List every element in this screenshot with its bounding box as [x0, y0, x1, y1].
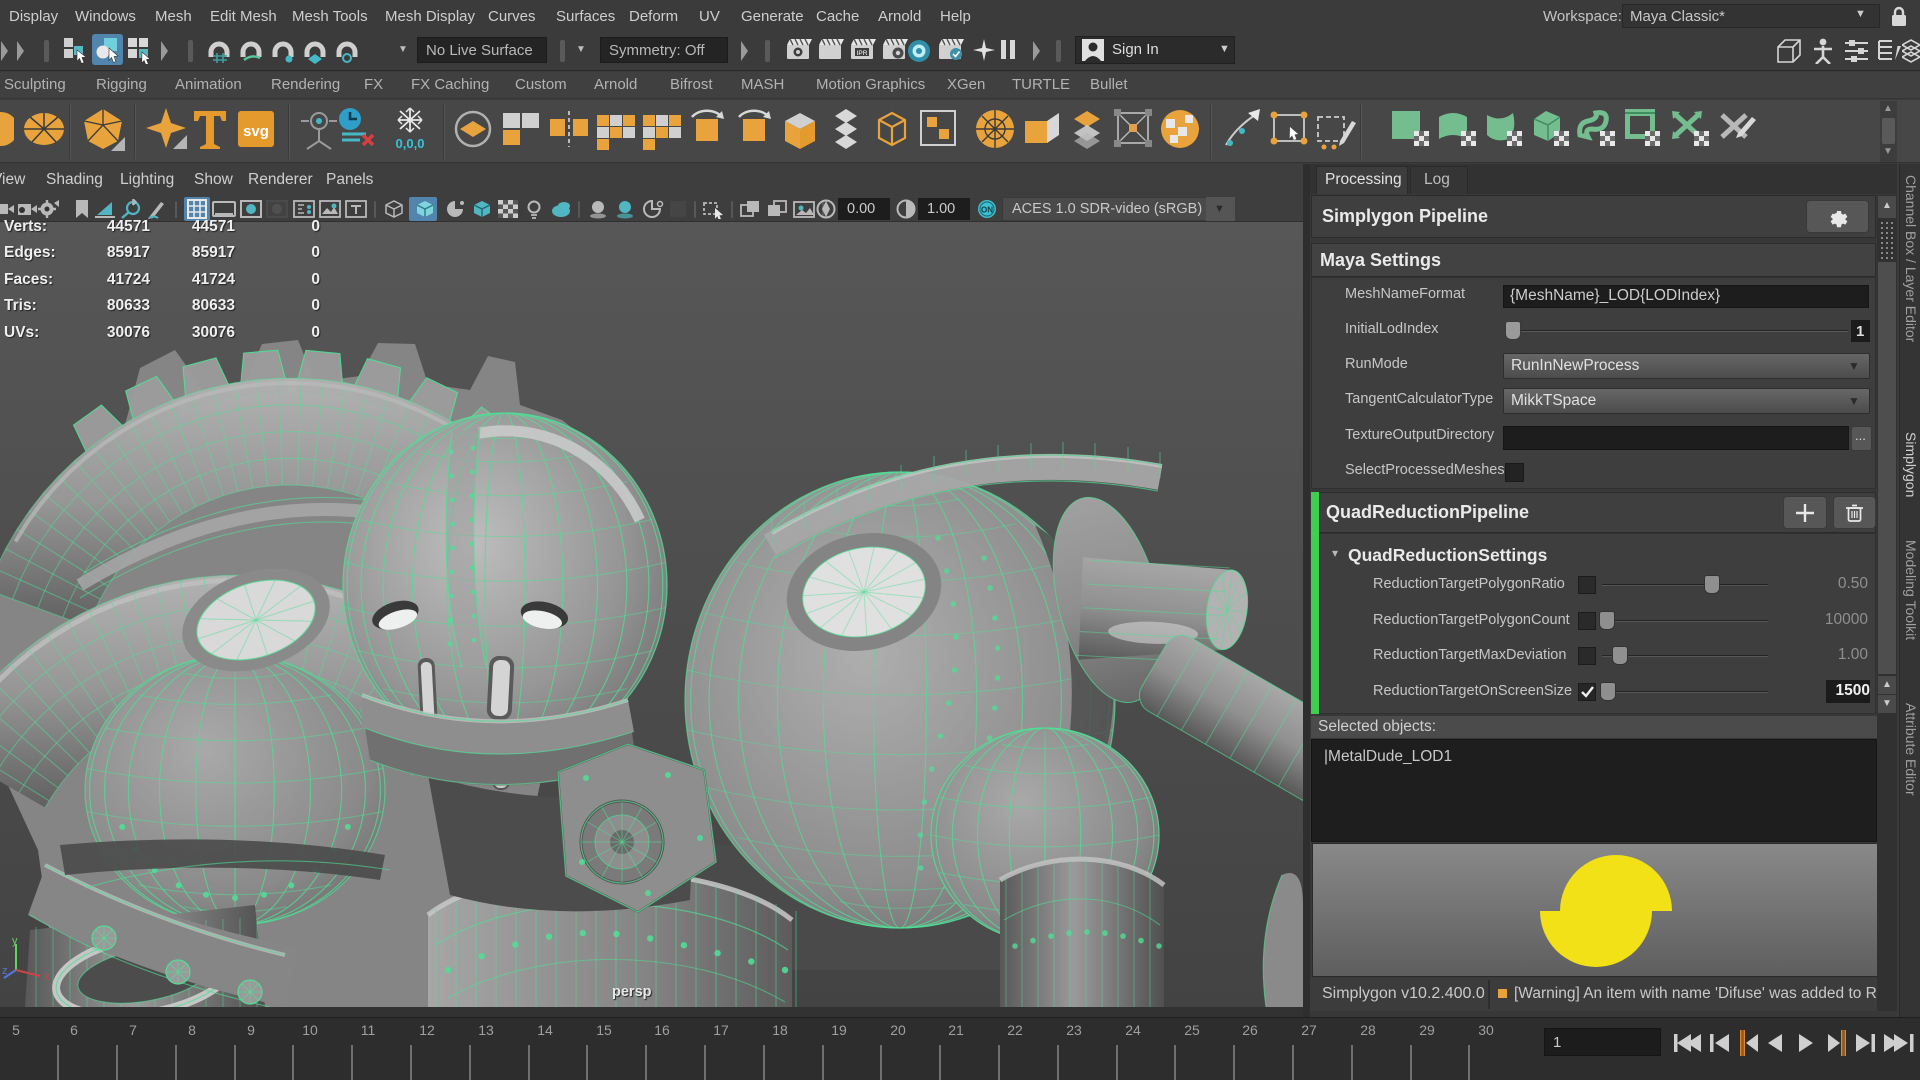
- svg-text:IPR: IPR: [857, 50, 868, 57]
- svg-text:x: x: [44, 971, 50, 982]
- svg-text:y: y: [12, 936, 18, 947]
- svg-text:z: z: [2, 965, 8, 977]
- svg-text:ON: ON: [981, 206, 993, 215]
- svg-text:0,0,0: 0,0,0: [396, 136, 425, 151]
- svg-text:svg: svg: [243, 123, 269, 140]
